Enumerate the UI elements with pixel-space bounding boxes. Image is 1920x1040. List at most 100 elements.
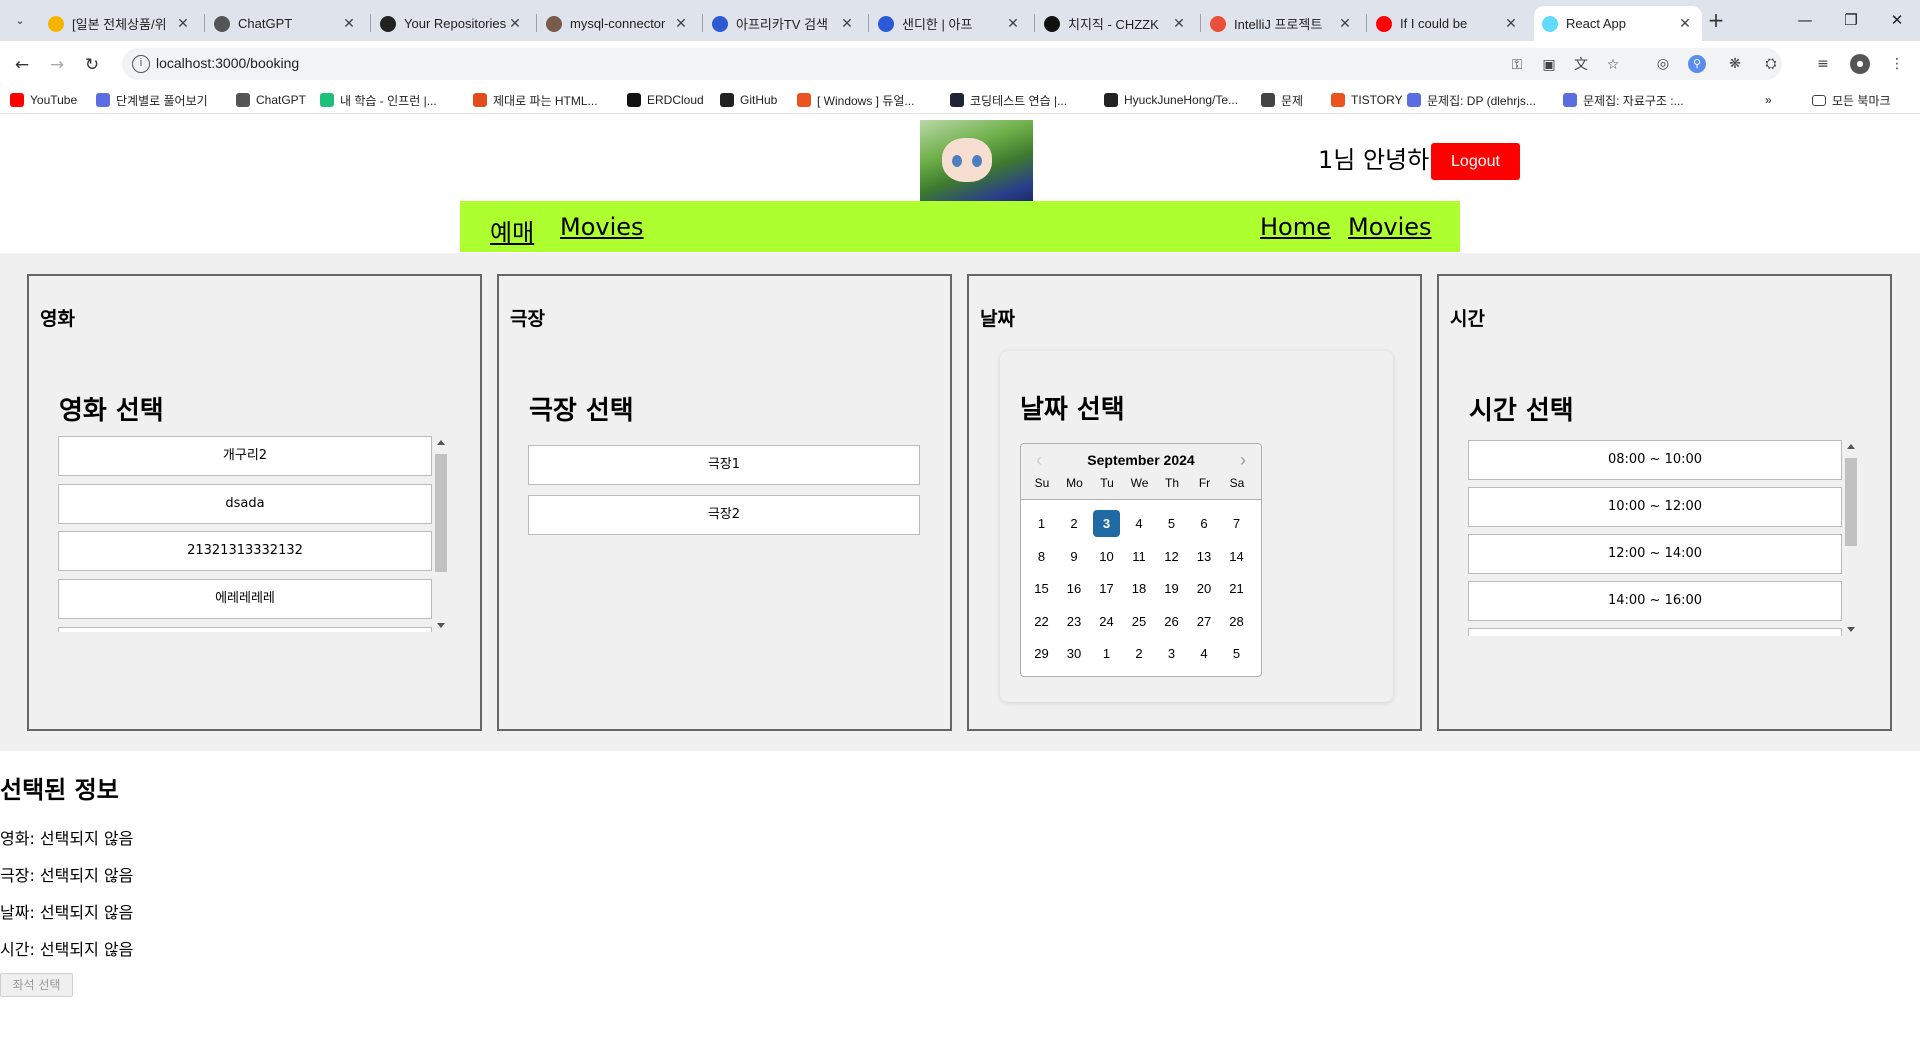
- bookmark-item[interactable]: ERDCloud: [627, 90, 704, 110]
- extension-search-icon[interactable]: ⚲: [1688, 55, 1706, 73]
- extension-globe-icon[interactable]: ◎: [1652, 53, 1674, 75]
- password-key-icon[interactable]: ⚿: [1508, 56, 1526, 74]
- calendar-day[interactable]: 19: [1158, 575, 1185, 602]
- calendar-day[interactable]: 8: [1028, 543, 1055, 570]
- calendar-day[interactable]: 10: [1093, 543, 1120, 570]
- tab-close-icon[interactable]: ✕: [174, 15, 192, 32]
- bookmark-item[interactable]: 내 학습 - 인프런 |...: [320, 90, 437, 110]
- calendar-day[interactable]: 4: [1126, 510, 1153, 537]
- bookmark-star-icon[interactable]: ☆: [1604, 56, 1622, 74]
- tab-close-icon[interactable]: ✕: [672, 15, 690, 32]
- calendar-day[interactable]: 4: [1191, 640, 1218, 667]
- tab-close-icon[interactable]: ✕: [1676, 15, 1694, 32]
- calendar-day[interactable]: 18: [1126, 575, 1153, 602]
- tab-close-icon[interactable]: ✕: [1170, 15, 1188, 32]
- browser-tab[interactable]: React App ✕: [1534, 6, 1702, 41]
- extension-react-icon[interactable]: ❋: [1724, 53, 1746, 75]
- browser-tab[interactable]: Your Repositories ✕: [372, 6, 532, 41]
- bookmark-item[interactable]: 코딩테스트 연습 |...: [950, 90, 1067, 110]
- close-window-icon[interactable]: ✕: [1874, 0, 1920, 41]
- calendar-day[interactable]: 27: [1191, 608, 1218, 635]
- bookmark-item[interactable]: ChatGPT: [236, 90, 306, 110]
- scroll-thumb[interactable]: [1845, 458, 1857, 546]
- calendar-day[interactable]: 28: [1223, 608, 1250, 635]
- tab-close-icon[interactable]: ✕: [340, 15, 358, 32]
- bookmark-item[interactable]: TISTORY: [1331, 90, 1403, 110]
- calendar-day[interactable]: 17: [1093, 575, 1120, 602]
- movie-list-scrollbar[interactable]: [434, 436, 448, 632]
- bookmark-item[interactable]: HyuckJuneHong/Te...: [1104, 90, 1238, 110]
- calendar-day[interactable]: 11: [1126, 543, 1153, 570]
- movie-option[interactable]: 21321313332132: [58, 531, 432, 571]
- reading-list-icon[interactable]: ≡: [1812, 53, 1834, 75]
- calendar-day[interactable]: 12: [1158, 543, 1185, 570]
- browser-tab[interactable]: mysql-connector ✕: [538, 6, 698, 41]
- logout-button[interactable]: Logout: [1431, 143, 1520, 180]
- calendar-day[interactable]: 22: [1028, 608, 1055, 635]
- theater-option[interactable]: 극장1: [528, 445, 920, 485]
- calendar-day[interactable]: 5: [1223, 640, 1250, 667]
- movie-option[interactable]: 에레레레레: [58, 579, 432, 619]
- calendar-day[interactable]: 6: [1191, 510, 1218, 537]
- calendar-day[interactable]: 16: [1061, 575, 1088, 602]
- bookmark-item[interactable]: 문제집: DP (dlehrjs...: [1407, 90, 1536, 110]
- theater-option[interactable]: 극장2: [528, 495, 920, 535]
- calendar-day[interactable]: 30: [1061, 640, 1088, 667]
- extensions-puzzle-icon[interactable]: ⛭: [1760, 53, 1782, 75]
- bookmark-item[interactable]: 제대로 파는 HTML...: [473, 90, 598, 110]
- calendar-day[interactable]: 3: [1158, 640, 1185, 667]
- scroll-down-arrow-icon[interactable]: [1847, 627, 1855, 632]
- nav-movies-right-link[interactable]: Movies: [1348, 213, 1432, 241]
- bookmark-item[interactable]: [ Windows ] 듀얼...: [797, 90, 914, 110]
- restore-icon[interactable]: ❐: [1828, 0, 1874, 41]
- nav-home-link[interactable]: Home: [1260, 213, 1331, 241]
- browser-tab[interactable]: 아프리카TV 검색 ✕: [704, 6, 864, 41]
- calendar-day[interactable]: 9: [1061, 543, 1088, 570]
- scroll-up-arrow-icon[interactable]: [437, 440, 445, 445]
- time-option[interactable]: 14:00 ~ 16:00: [1468, 581, 1842, 621]
- calendar-day[interactable]: 14: [1223, 543, 1250, 570]
- bookmark-item[interactable]: GitHub: [720, 90, 777, 110]
- menu-kebab-icon[interactable]: ⋮: [1886, 53, 1908, 75]
- calendar-day[interactable]: 13: [1191, 543, 1218, 570]
- reload-icon[interactable]: ↻: [79, 52, 105, 78]
- minimize-icon[interactable]: —: [1782, 0, 1828, 41]
- time-option[interactable]: 08:00 ~ 10:00: [1468, 440, 1842, 480]
- scroll-thumb[interactable]: [435, 454, 447, 572]
- tab-close-icon[interactable]: ✕: [838, 15, 856, 32]
- nav-movies-link[interactable]: Movies: [560, 213, 644, 241]
- tab-search-icon[interactable]: ⌄: [8, 9, 32, 33]
- browser-tab[interactable]: 샌디한 | 아프 ✕: [870, 6, 1030, 41]
- scroll-up-arrow-icon[interactable]: [1847, 444, 1855, 449]
- bookmark-item[interactable]: 문제: [1261, 90, 1303, 110]
- calendar-day[interactable]: 26: [1158, 608, 1185, 635]
- calendar-day[interactable]: 7: [1223, 510, 1250, 537]
- browser-tab[interactable]: [일본 전체상품/위 ✕: [40, 6, 200, 41]
- profile-avatar[interactable]: ●: [1850, 54, 1870, 74]
- all-bookmarks-button[interactable]: 모든 북마크: [1812, 90, 1891, 110]
- calendar-day-selected[interactable]: 3: [1093, 510, 1120, 537]
- nav-booking-link[interactable]: 예매: [490, 213, 534, 248]
- calendar-day[interactable]: 20: [1191, 575, 1218, 602]
- time-list[interactable]: 08:00 ~ 10:00 10:00 ~ 12:00 12:00 ~ 14:0…: [1468, 440, 1858, 636]
- url-text[interactable]: localhost:3000/booking: [156, 55, 299, 71]
- browser-tab[interactable]: ChatGPT ✕: [206, 6, 366, 41]
- bookmark-item[interactable]: 문제집: 자료구조 :...: [1563, 90, 1684, 110]
- calendar-day[interactable]: 2: [1061, 510, 1088, 537]
- movie-list[interactable]: 개구리2 dsada 21321313332132 에레레레레: [58, 436, 448, 632]
- movie-option[interactable]: 개구리2: [58, 436, 432, 476]
- back-icon[interactable]: ←: [9, 52, 35, 78]
- calendar-day[interactable]: 1: [1093, 640, 1120, 667]
- time-option[interactable]: 12:00 ~ 14:00: [1468, 534, 1842, 574]
- calendar-day[interactable]: 15: [1028, 575, 1055, 602]
- scroll-down-arrow-icon[interactable]: [437, 623, 445, 628]
- calendar-day[interactable]: 5: [1158, 510, 1185, 537]
- bookmarks-overflow-icon[interactable]: »: [1765, 90, 1772, 110]
- seat-select-button[interactable]: 좌석 선택: [0, 973, 73, 997]
- movie-option-partial[interactable]: [58, 627, 432, 632]
- calendar-day[interactable]: 21: [1223, 575, 1250, 602]
- omnibox[interactable]: i localhost:3000/booking: [122, 48, 1782, 80]
- next-month-icon[interactable]: ›: [1233, 450, 1253, 470]
- tab-close-icon[interactable]: ✕: [506, 15, 524, 32]
- calendar-day[interactable]: 25: [1126, 608, 1153, 635]
